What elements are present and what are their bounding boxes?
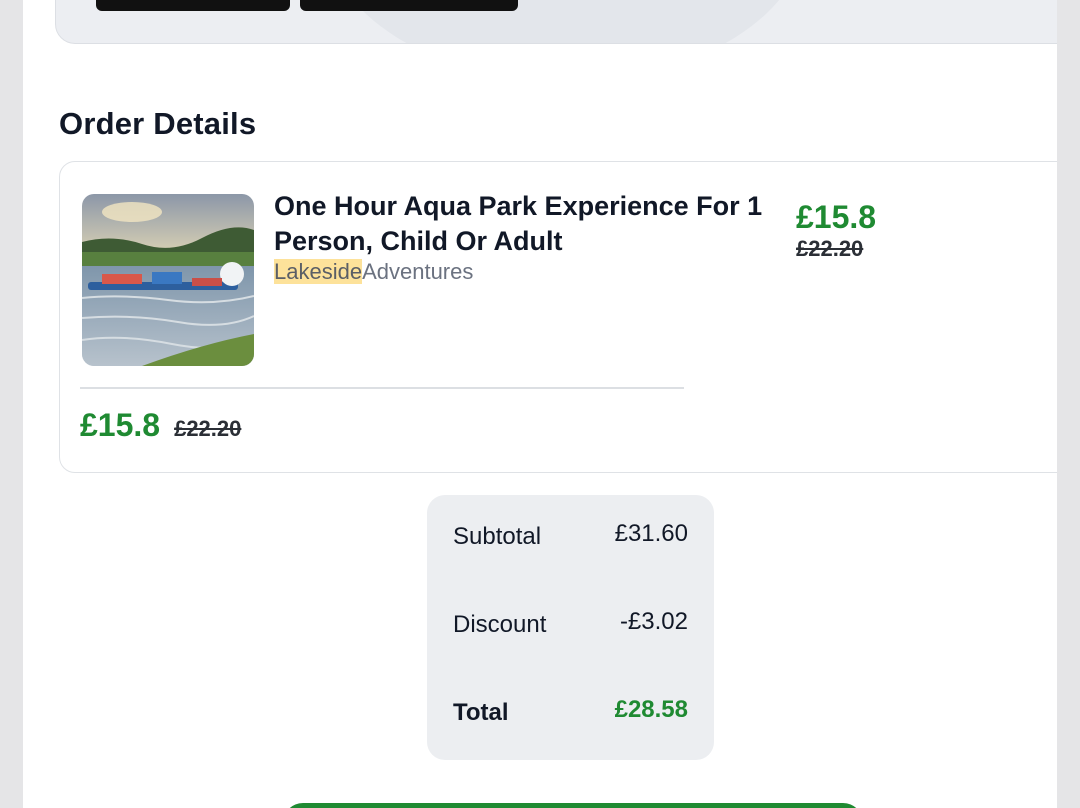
vendor-name-rest: Adventures bbox=[362, 259, 474, 284]
item-price-current: £15.8 bbox=[796, 199, 877, 235]
product-title[interactable]: One Hour Aqua Park Experience For 1 Pers… bbox=[274, 189, 764, 259]
item-price-current-bottom: £15.8 bbox=[80, 407, 161, 443]
app-download-banner bbox=[55, 0, 1057, 44]
total-value: £28.58 bbox=[614, 696, 688, 723]
banner-decoration-2 bbox=[753, 0, 1057, 43]
discount-row: Discount -£3.02 bbox=[453, 608, 688, 639]
product-image[interactable] bbox=[82, 194, 254, 366]
checkout-page: Order Details One Hour Aqua Park Experie… bbox=[23, 0, 1057, 808]
order-summary: Subtotal £31.60 Discount -£3.02 Total £2… bbox=[427, 495, 714, 760]
item-price-right: £15.8 £22.20 bbox=[796, 198, 876, 262]
discount-value: -£3.02 bbox=[619, 608, 688, 635]
subtotal-value: £31.60 bbox=[614, 520, 688, 547]
discount-label: Discount bbox=[453, 611, 547, 638]
order-item-card: One Hour Aqua Park Experience For 1 Pers… bbox=[59, 161, 1057, 473]
item-price-original-bottom: £22.20 bbox=[174, 416, 242, 441]
item-price-original: £22.20 bbox=[796, 236, 864, 261]
vendor-name-highlight: Lakeside bbox=[274, 259, 363, 284]
app-store-button[interactable] bbox=[96, 0, 290, 11]
total-label: Total bbox=[453, 699, 509, 726]
google-play-button[interactable] bbox=[300, 0, 518, 11]
item-price-bottom: £15.8 £22.20 bbox=[80, 406, 241, 444]
order-details-title: Order Details bbox=[59, 106, 257, 141]
subtotal-label: Subtotal bbox=[453, 523, 542, 550]
vendor-name[interactable]: LakesideAdventures bbox=[274, 258, 473, 286]
checkout-button[interactable] bbox=[283, 803, 863, 808]
total-row: Total £28.58 bbox=[453, 696, 688, 727]
card-divider bbox=[80, 387, 684, 389]
subtotal-row: Subtotal £31.60 bbox=[453, 520, 688, 551]
